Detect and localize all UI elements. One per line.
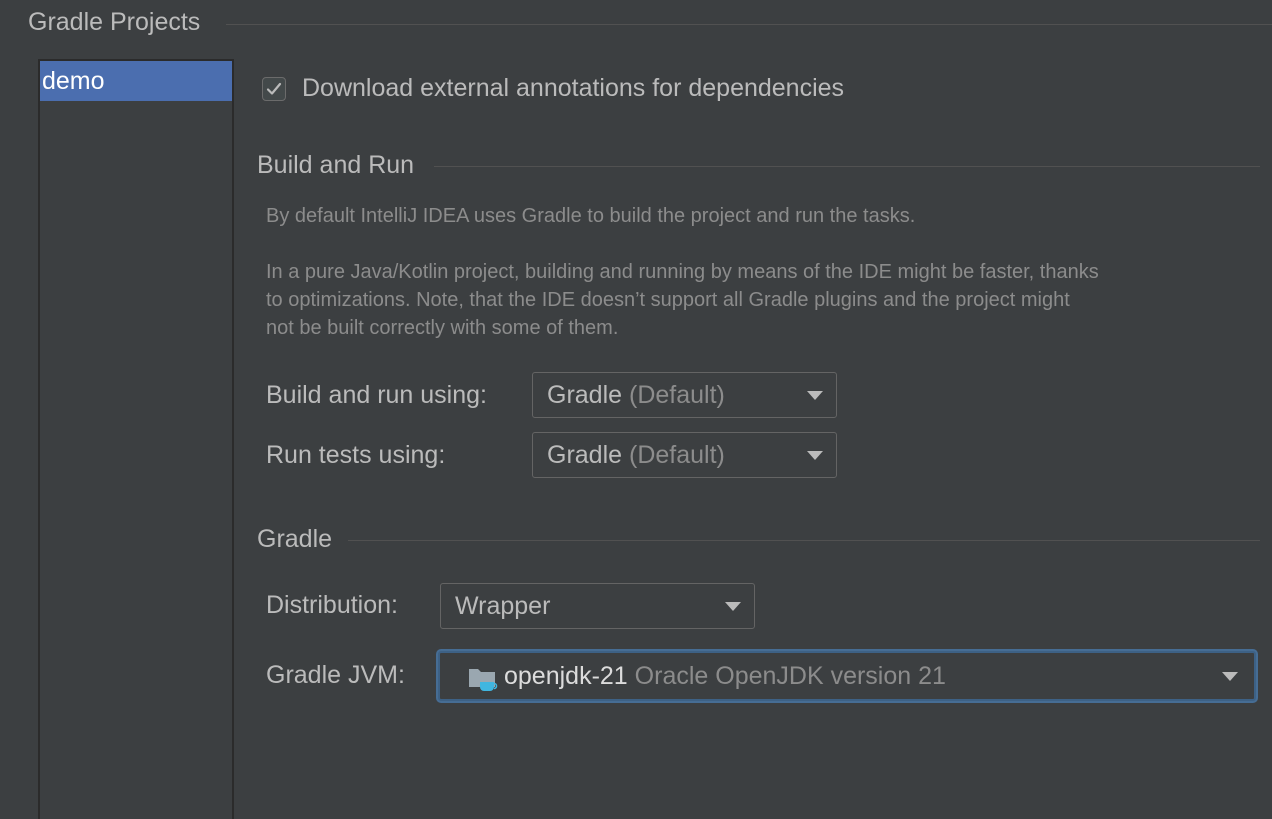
build-and-run-using-label: Build and run using:	[266, 381, 487, 409]
gradle-jvm-value: openjdk-21 Oracle OpenJDK version 21	[504, 662, 946, 690]
distribution-dropdown[interactable]: Wrapper	[440, 583, 755, 629]
build-and-run-using-value: Gradle (Default)	[547, 381, 725, 409]
chevron-down-icon	[807, 391, 823, 400]
chevron-down-icon	[1222, 672, 1238, 681]
build-and-run-note-line-3: not be built correctly with some of them…	[266, 317, 619, 339]
build-and-run-note-line-1: In a pure Java/Kotlin project, building …	[266, 261, 1099, 283]
build-and-run-title: Build and Run	[257, 151, 415, 179]
build-and-run-using-dropdown[interactable]: Gradle (Default)	[532, 372, 837, 418]
distribution-value: Wrapper	[455, 592, 551, 620]
gradle-section-title: Gradle	[257, 525, 333, 553]
group-title: Gradle Projects	[28, 8, 201, 36]
build-and-run-divider	[434, 166, 1260, 167]
chevron-down-icon	[807, 451, 823, 460]
download-annotations-checkbox[interactable]	[262, 77, 286, 101]
run-tests-using-dropdown[interactable]: Gradle (Default)	[532, 432, 837, 478]
project-list[interactable]: demo	[38, 59, 234, 819]
gradle-section-divider	[348, 540, 1260, 541]
build-and-run-note-line-2: to optimizations. Note, that the IDE doe…	[266, 289, 1070, 311]
run-tests-using-label: Run tests using:	[266, 441, 446, 469]
project-item-demo[interactable]: demo	[40, 61, 232, 101]
jdk-folder-icon	[468, 664, 498, 699]
gradle-jvm-label: Gradle JVM:	[266, 661, 405, 689]
build-and-run-description: By default IntelliJ IDEA uses Gradle to …	[266, 205, 916, 227]
gradle-jvm-dropdown[interactable]: openjdk-21 Oracle OpenJDK version 21	[438, 651, 1256, 701]
chevron-down-icon	[725, 602, 741, 611]
group-divider	[226, 24, 1272, 25]
distribution-label: Distribution:	[266, 591, 398, 619]
download-annotations-label[interactable]: Download external annotations for depend…	[302, 74, 844, 103]
checkmark-icon	[266, 82, 282, 95]
run-tests-using-value: Gradle (Default)	[547, 441, 725, 469]
